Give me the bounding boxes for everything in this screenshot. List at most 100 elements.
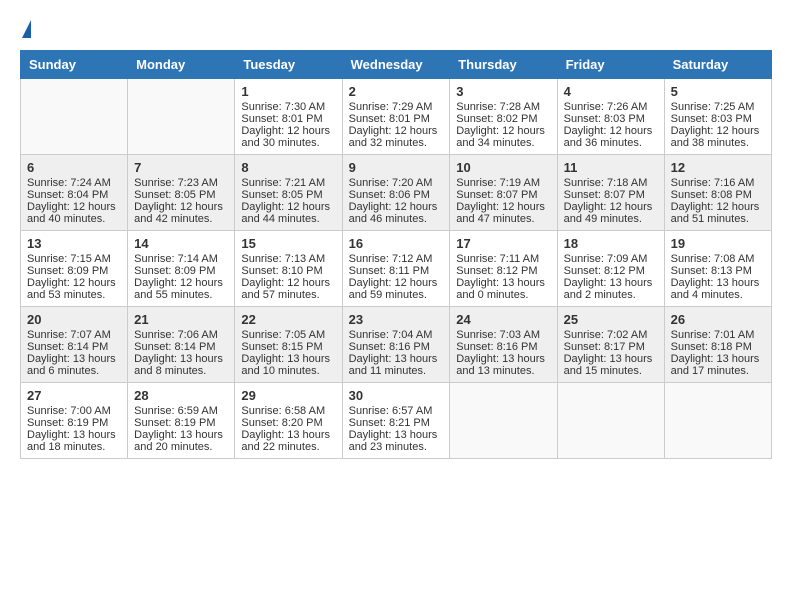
page-header: [20, 20, 772, 34]
calendar-cell: 12 Sunrise: 7:16 AMSunset: 8:08 PMDayligh…: [664, 155, 771, 231]
sunset-text: Sunset: 8:01 PM: [349, 113, 430, 125]
day-number: 29: [241, 388, 335, 403]
daylight-text: Daylight: 12 hours and 32 minutes.: [349, 125, 438, 149]
calendar-cell: 16Sunrise: 7:12 AMSunset: 8:11 PMDayligh…: [342, 231, 450, 307]
sunset-text: Sunset: 8:09 PM: [27, 265, 108, 277]
day-number: 12: [671, 160, 765, 175]
calendar-week-row: 13Sunrise: 7:15 AMSunset: 8:09 PMDayligh…: [21, 231, 772, 307]
calendar-cell: 29Sunrise: 6:58 AMSunset: 8:20 PMDayligh…: [235, 383, 342, 459]
sunrise-text: Sunrise: 7:02 AM: [564, 329, 648, 341]
calendar-cell: 26Sunrise: 7:01 AMSunset: 8:18 PMDayligh…: [664, 307, 771, 383]
day-number: 10: [456, 160, 550, 175]
sunset-text: Sunset: 8:13 PM: [671, 265, 752, 277]
day-number: 1: [241, 84, 335, 99]
calendar-cell: [664, 383, 771, 459]
calendar-week-row: 20Sunrise: 7:07 AMSunset: 8:14 PMDayligh…: [21, 307, 772, 383]
day-number: 3: [456, 84, 550, 99]
daylight-text: Daylight: 12 hours and 49 minutes.: [564, 201, 653, 225]
calendar-cell: [128, 79, 235, 155]
day-number: 20: [27, 312, 121, 327]
calendar-cell: 1Sunrise: 7:30 AMSunset: 8:01 PMDaylight…: [235, 79, 342, 155]
day-header-thursday: Thursday: [450, 51, 557, 79]
day-header-sunday: Sunday: [21, 51, 128, 79]
daylight-text: Daylight: 13 hours and 0 minutes.: [456, 277, 545, 301]
daylight-text: Daylight: 12 hours and 51 minutes.: [671, 201, 760, 225]
daylight-text: Daylight: 13 hours and 4 minutes.: [671, 277, 760, 301]
calendar-cell: 27Sunrise: 7:00 AMSunset: 8:19 PMDayligh…: [21, 383, 128, 459]
daylight-text: Daylight: 12 hours and 57 minutes.: [241, 277, 330, 301]
sunrise-text: Sunrise: 7:18 AM: [564, 177, 648, 189]
daylight-text: Daylight: 13 hours and 6 minutes.: [27, 353, 116, 377]
day-number: 23: [349, 312, 444, 327]
day-number: 5: [671, 84, 765, 99]
calendar-cell: 9Sunrise: 7:20 AMSunset: 8:06 PMDaylight…: [342, 155, 450, 231]
sunset-text: Sunset: 8:14 PM: [134, 341, 215, 353]
sunset-text: Sunset: 8:14 PM: [27, 341, 108, 353]
sunset-text: Sunset: 8:11 PM: [349, 265, 430, 277]
calendar-cell: 2 Sunrise: 7:29 AMSunset: 8:01 PMDaylight…: [342, 79, 450, 155]
day-number: 8: [241, 160, 335, 175]
sunset-text: Sunset: 8:07 PM: [564, 189, 645, 201]
daylight-text: Daylight: 13 hours and 11 minutes.: [349, 353, 438, 377]
calendar-cell: [557, 383, 664, 459]
daylight-text: Daylight: 12 hours and 46 minutes.: [349, 201, 438, 225]
day-number: 13: [27, 236, 121, 251]
sunset-text: Sunset: 8:06 PM: [349, 189, 430, 201]
logo: [20, 20, 31, 34]
calendar-cell: 20 Sunrise: 7:07 AMSunset: 8:14 PMDayligh…: [21, 307, 128, 383]
day-number: 15: [241, 236, 335, 251]
sunset-text: Sunset: 8:12 PM: [456, 265, 537, 277]
daylight-text: Daylight: 13 hours and 17 minutes.: [671, 353, 760, 377]
calendar-cell: 8Sunrise: 7:21 AMSunset: 8:05 PMDaylight…: [235, 155, 342, 231]
calendar-cell: [21, 79, 128, 155]
sunrise-text: Sunrise: 7:04 AM: [349, 329, 433, 341]
sunset-text: Sunset: 8:12 PM: [564, 265, 645, 277]
sunrise-text: Sunrise: 7:25 AM: [671, 101, 755, 113]
daylight-text: Daylight: 12 hours and 38 minutes.: [671, 125, 760, 149]
daylight-text: Daylight: 13 hours and 8 minutes.: [134, 353, 223, 377]
sunset-text: Sunset: 8:15 PM: [241, 341, 322, 353]
daylight-text: Daylight: 12 hours and 44 minutes.: [241, 201, 330, 225]
sunrise-text: Sunrise: 7:07 AM: [27, 329, 111, 341]
sunrise-text: Sunrise: 7:21 AM: [241, 177, 325, 189]
day-number: 18: [564, 236, 658, 251]
daylight-text: Daylight: 13 hours and 15 minutes.: [564, 353, 653, 377]
sunset-text: Sunset: 8:08 PM: [671, 189, 752, 201]
calendar-table: SundayMondayTuesdayWednesdayThursdayFrid…: [20, 50, 772, 459]
day-header-saturday: Saturday: [664, 51, 771, 79]
sunset-text: Sunset: 8:16 PM: [456, 341, 537, 353]
day-number: 26: [671, 312, 765, 327]
day-number: 2: [349, 84, 444, 99]
sunset-text: Sunset: 8:03 PM: [671, 113, 752, 125]
calendar-cell: 28Sunrise: 6:59 AMSunset: 8:19 PMDayligh…: [128, 383, 235, 459]
daylight-text: Daylight: 13 hours and 2 minutes.: [564, 277, 653, 301]
sunset-text: Sunset: 8:02 PM: [456, 113, 537, 125]
sunrise-text: Sunrise: 7:11 AM: [456, 253, 539, 265]
calendar-cell: 19Sunrise: 7:08 AMSunset: 8:13 PMDayligh…: [664, 231, 771, 307]
sunrise-text: Sunrise: 7:16 AM: [671, 177, 755, 189]
calendar-cell: 23Sunrise: 7:04 AMSunset: 8:16 PMDayligh…: [342, 307, 450, 383]
sunrise-text: Sunrise: 7:06 AM: [134, 329, 218, 341]
day-number: 9: [349, 160, 444, 175]
day-number: 14: [134, 236, 228, 251]
sunset-text: Sunset: 8:19 PM: [134, 417, 215, 429]
calendar-cell: 22Sunrise: 7:05 AMSunset: 8:15 PMDayligh…: [235, 307, 342, 383]
day-number: 11: [564, 160, 658, 175]
sunset-text: Sunset: 8:19 PM: [27, 417, 108, 429]
sunrise-text: Sunrise: 7:29 AM: [349, 101, 433, 113]
calendar-cell: 14Sunrise: 7:14 AMSunset: 8:09 PMDayligh…: [128, 231, 235, 307]
daylight-text: Daylight: 12 hours and 30 minutes.: [241, 125, 330, 149]
sunset-text: Sunset: 8:01 PM: [241, 113, 322, 125]
day-number: 28: [134, 388, 228, 403]
sunrise-text: Sunrise: 6:58 AM: [241, 405, 325, 417]
day-number: 16: [349, 236, 444, 251]
day-number: 25: [564, 312, 658, 327]
daylight-text: Daylight: 13 hours and 23 minutes.: [349, 429, 438, 453]
sunrise-text: Sunrise: 7:08 AM: [671, 253, 755, 265]
day-header-tuesday: Tuesday: [235, 51, 342, 79]
calendar-cell: [450, 383, 557, 459]
day-number: 27: [27, 388, 121, 403]
calendar-cell: 25Sunrise: 7:02 AMSunset: 8:17 PMDayligh…: [557, 307, 664, 383]
day-number: 4: [564, 84, 658, 99]
calendar-cell: 3Sunrise: 7:28 AMSunset: 8:02 PMDaylight…: [450, 79, 557, 155]
